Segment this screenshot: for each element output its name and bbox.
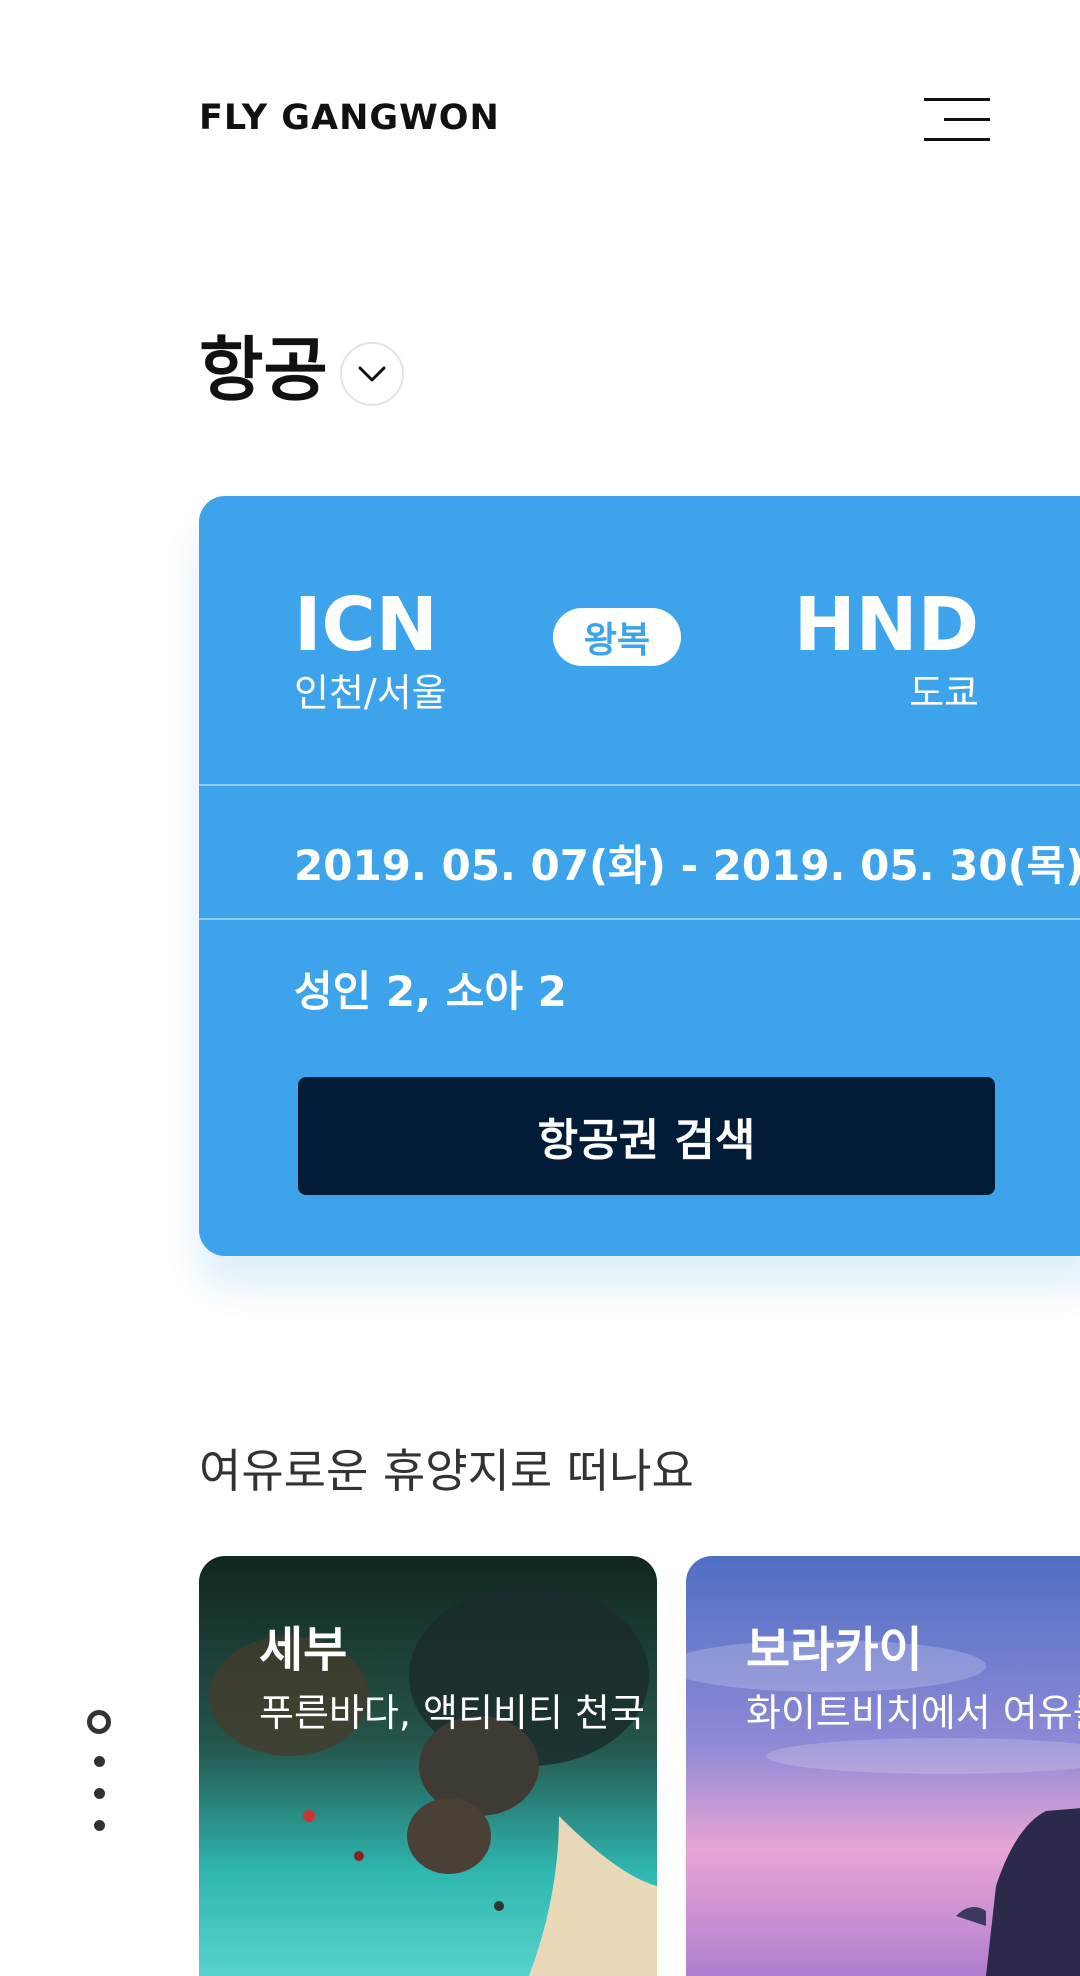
search-flights-button[interactable]: 항공권 검색 bbox=[298, 1077, 995, 1195]
passenger-count[interactable]: 성인 2, 소아 2 bbox=[294, 958, 567, 1019]
divider bbox=[199, 784, 1080, 786]
trip-type-badge[interactable]: 왕복 bbox=[553, 608, 681, 666]
page-title: 항공 bbox=[199, 329, 328, 411]
destination-city: 도쿄 bbox=[909, 671, 979, 715]
origin-city: 인천/서울 bbox=[294, 671, 447, 715]
destination-description: 푸른바다, 액티비티 천국 bbox=[259, 1691, 645, 1735]
page-dot[interactable] bbox=[94, 1820, 105, 1831]
flight-search-card: ICN 인천/서울 왕복 HND 도쿄 2019. 05. 07(화) - 20… bbox=[199, 496, 1080, 1256]
destination-description: 화이트비치에서 여유를 bbox=[746, 1691, 1080, 1735]
cebu-beach-image bbox=[199, 1556, 657, 1976]
page-dot[interactable] bbox=[94, 1756, 105, 1767]
chevron-down-icon bbox=[358, 366, 386, 382]
boracay-sunset-image bbox=[686, 1556, 1080, 1976]
destination-name: 세부 bbox=[259, 1622, 348, 1678]
divider bbox=[199, 918, 1080, 920]
page-dot[interactable] bbox=[94, 1788, 105, 1799]
travel-dates[interactable]: 2019. 05. 07(화) - 2019. 05. 30(목) bbox=[294, 832, 1080, 893]
destination-card-boracay[interactable]: 보라카이 화이트비치에서 여유를 bbox=[686, 1556, 1080, 1976]
destination-code[interactable]: HND bbox=[794, 588, 979, 662]
logo[interactable]: FLY GANGWON bbox=[199, 98, 500, 138]
destination-card-cebu[interactable]: 세부 푸른바다, 액티비티 천국 bbox=[199, 1556, 657, 1976]
destination-name: 보라카이 bbox=[746, 1622, 923, 1678]
hamburger-menu-icon[interactable] bbox=[920, 96, 990, 144]
section-dropdown-button[interactable] bbox=[340, 342, 404, 406]
page-dot-active[interactable] bbox=[87, 1710, 111, 1734]
origin-code[interactable]: ICN bbox=[294, 588, 438, 662]
destinations-heading: 여유로운 휴양지로 떠나요 bbox=[199, 1444, 694, 1498]
